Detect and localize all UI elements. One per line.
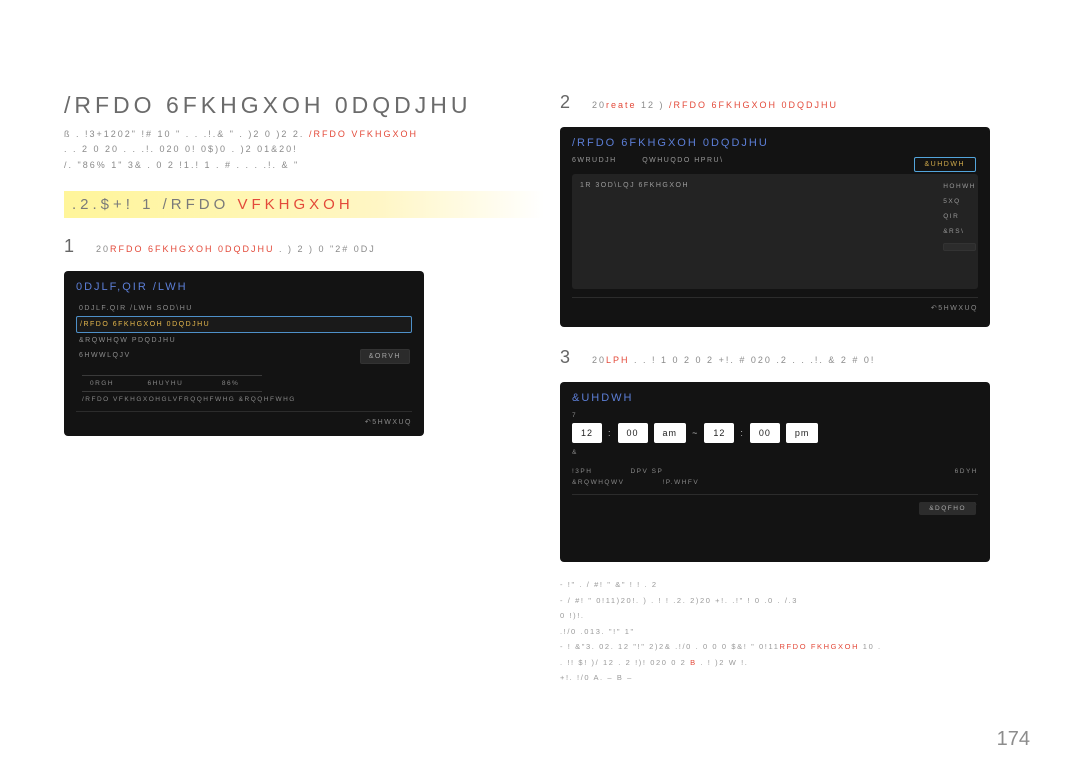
time-p1[interactable]: am xyxy=(654,423,687,443)
time-h1[interactable]: 12 xyxy=(572,423,602,443)
subtab[interactable]: 6WRUDJH xyxy=(572,157,617,164)
note-line: - ! &"3. 02. 12 "!" 2)2& .!/0 . 0 0 0 $&… xyxy=(560,640,1030,654)
time-p2[interactable]: pm xyxy=(786,423,819,443)
step-1: 1 20RFDO 6FKHGXOH 0DQDJHU . ) 2 ) 0 "2# … xyxy=(64,236,544,257)
step-3-red: LPH xyxy=(606,355,630,365)
step-2-mid: 12 ) xyxy=(637,100,670,110)
step-3-suf: . . ! 1 0 2 0 2 +!. # 020 .2 . . .!. & 2… xyxy=(630,355,876,365)
section-label: .2.$+! 1 /RFDO xyxy=(72,196,237,213)
step-3-pre: 20 xyxy=(592,355,606,365)
return-button[interactable]: 5HWXUQ xyxy=(572,297,978,312)
subtab[interactable]: QWHUQDO HPRU\ xyxy=(642,157,723,164)
close-button[interactable]: &ORVH xyxy=(360,349,410,364)
ui-card-2: /RFDO 6FKHGXOH 0DQDJHU 6WRUDJH QWHUQDO H… xyxy=(560,127,990,327)
time-picker[interactable]: 12 : 00 am ~ 12 : 00 pm xyxy=(572,423,978,443)
card2-title: /RFDO 6FKHGXOH 0DQDJHU xyxy=(572,137,978,149)
step-2-red: reate xyxy=(606,100,637,110)
page-number: 174 xyxy=(997,728,1030,751)
label-contentsval: !P.WHFV xyxy=(662,479,699,486)
section-label-red: VFKHGXOH xyxy=(237,196,353,213)
status-table: 0RGH 6HUYHU 86% xyxy=(82,375,262,392)
list-item-active[interactable]: /RFDO 6FKHGXOH 0DQDJHU xyxy=(76,316,412,333)
list-item[interactable]: &RQWHQW PDQDJHU xyxy=(76,333,412,348)
save-button[interactable]: 6DYH xyxy=(955,468,978,475)
create-button[interactable]: &UHDWH xyxy=(914,157,977,172)
time-m1[interactable]: 00 xyxy=(618,423,648,443)
note-line: . !! $! )/ 12 . 2 !)! 020 0 2 B . ! )2 W… xyxy=(560,656,1030,670)
note-line: +!. !/0 A. – B – xyxy=(560,671,1030,685)
intro-line1: ß . !3+1202" !# 10 " . . .!.& " . )2 0 )… xyxy=(64,129,304,139)
time-tilde: ~ xyxy=(692,428,698,438)
label-contents: &RQWHQWV xyxy=(572,479,624,486)
step-2: 2 20reate 12 ) /RFDO 6FKHGXOH 0DQDJHU xyxy=(560,92,1030,113)
note-line: - / #! " 0!11)20!. ) . ! ! .2. 2)20 +!. … xyxy=(560,594,1030,608)
note-line: 0 !)!. xyxy=(560,609,1030,623)
table-cell: 86% xyxy=(214,375,262,391)
card1-title: 0DJLF,QIR /LWH xyxy=(76,281,412,293)
step-2-red2: /RFDO 6FKHGXOH 0DQDJHU xyxy=(669,100,838,110)
intro-line2: . . 2 0 20 . . .!. 020 0! 0$)0 . )2 01&2… xyxy=(64,142,544,157)
side-action-run[interactable]: 5XQ xyxy=(943,198,976,205)
step-3-num: 3 xyxy=(560,347,580,368)
step-1-pre: 20 xyxy=(96,244,110,254)
note-line: - !" . / #! " &" ! ! . 2 xyxy=(560,578,1030,592)
return-button[interactable]: 5HWXUQ xyxy=(572,494,978,509)
ui-card-1: 0DJLF,QIR /LWH 0DJLF.QIR /LWH SOD\HU /RF… xyxy=(64,271,424,436)
cancel-button[interactable]: &DQFHO xyxy=(919,502,976,515)
side-action-info[interactable]: QIR xyxy=(943,213,976,220)
time-m2[interactable]: 00 xyxy=(750,423,780,443)
status-caption: /RFDO VFKHGXOHGLVFRQQHFWHG &RQQHFWHG xyxy=(76,392,412,403)
side-action-delete[interactable]: HOHWH xyxy=(943,183,976,190)
label-timeval: DPV SP xyxy=(630,468,663,475)
intro-line1-red: /RFDO VFKHGXOH xyxy=(309,129,418,139)
step-1-num: 1 xyxy=(64,236,84,257)
table-cell: 6HUYHU xyxy=(140,375,214,391)
page-title: /RFDO 6FKHGXOH 0DQDJHU xyxy=(64,92,544,119)
intro-line3: /. "86% 1" 3& . 0 2 !1.! 1 . # . . . .!.… xyxy=(64,158,544,173)
inner-panel: 1R 3OD\LQJ 6FKHGXOH xyxy=(572,174,978,289)
list-item[interactable]: 0DJLF.QIR /LWH SOD\HU xyxy=(76,301,412,316)
intro-block: ß . !3+1202" !# 10 " . . .!.& " . )2 0 )… xyxy=(64,127,544,173)
ui-card-3: &UHDWH 7 12 : 00 am ~ 12 : 00 pm & !3PH … xyxy=(560,382,990,562)
footnotes: - !" . / #! " &" ! ! . 2 - / #! " 0!11)2… xyxy=(560,578,1030,685)
side-action-copy[interactable]: &RS\ xyxy=(943,228,976,235)
table-cell: 0RGH xyxy=(82,375,140,391)
step-2-pre: 20 xyxy=(592,100,606,110)
side-action-primary[interactable] xyxy=(943,243,976,251)
step-1-suf: . ) 2 ) 0 "2# 0DJ xyxy=(275,244,376,254)
section-heading: .2.$+! 1 /RFDO VFKHGXOH xyxy=(64,191,544,218)
time-h2[interactable]: 12 xyxy=(704,423,734,443)
card3-title: &UHDWH xyxy=(572,392,978,404)
step-2-num: 2 xyxy=(560,92,580,113)
label-time: !3PH xyxy=(572,468,592,475)
return-button[interactable]: 5HWXUQ xyxy=(76,411,412,426)
note-line: .!/0 .013. "!" 1" xyxy=(560,625,1030,639)
step-1-red: RFDO 6FKHGXOH 0DQDJHU xyxy=(110,244,275,254)
step-3: 3 20LPH . . ! 1 0 2 0 2 +!. # 020 .2 . .… xyxy=(560,347,1030,368)
